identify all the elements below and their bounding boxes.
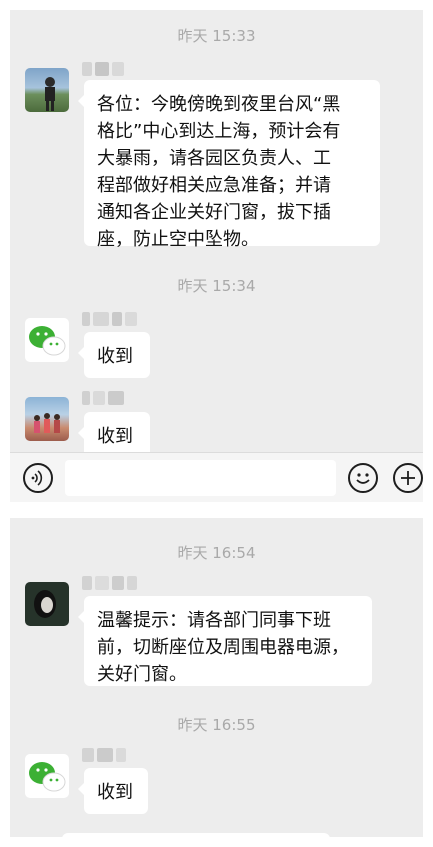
message-bubble[interactable]: 各位：今晚傍晚到夜里台风“黑 格比”中心到达上海，预计会有 大暴雨，请各园区负责… xyxy=(78,80,380,250)
message-bubble[interactable]: 收到 xyxy=(78,332,150,378)
portrait-photo-icon xyxy=(34,590,56,618)
timestamp: 昨天 15:33 xyxy=(177,27,256,45)
avatar[interactable] xyxy=(25,754,69,798)
sender-name-blurred xyxy=(82,748,129,762)
emoji-button[interactable] xyxy=(348,463,378,493)
voice-icon xyxy=(31,470,43,486)
avatar[interactable] xyxy=(25,582,69,626)
emoji-icon xyxy=(356,473,370,484)
voice-button[interactable] xyxy=(23,463,53,493)
message-bubble[interactable]: 收到 xyxy=(78,768,148,814)
avatar[interactable] xyxy=(25,397,69,441)
avatar[interactable] xyxy=(25,318,69,362)
message-input[interactable] xyxy=(65,460,336,496)
group-photo-icon xyxy=(34,413,60,433)
person-photo-icon xyxy=(45,77,55,111)
sender-name-blurred xyxy=(82,576,140,590)
chat-screenshot-bottom: 昨天 16:54 温馨提示：请各部门同事下班 前，切断座位及周围电器电源， 关好… xyxy=(10,518,423,837)
chat-screenshot-top: 昨天 15:33 各位：今晚傍晚到夜里台风“黑 格比”中心到达上海，预计会有 大… xyxy=(10,10,423,502)
timestamp: 昨天 15:34 xyxy=(177,277,256,295)
plus-icon xyxy=(401,471,415,485)
more-button[interactable] xyxy=(393,463,423,493)
sender-name-blurred xyxy=(82,312,140,326)
message-bubble-partial[interactable] xyxy=(62,833,330,837)
sender-name-blurred xyxy=(82,62,127,76)
wechat-default-avatar-icon xyxy=(29,326,66,356)
sender-name-blurred xyxy=(82,391,127,405)
avatar[interactable] xyxy=(25,68,69,112)
chat-input-bar xyxy=(10,452,423,502)
timestamp: 昨天 16:55 xyxy=(177,716,256,734)
wechat-default-avatar-icon xyxy=(29,762,66,792)
timestamp: 昨天 16:54 xyxy=(177,544,256,562)
message-bubble[interactable]: 温馨提示：请各部门同事下班 前，切断座位及周围电器电源， 关好门窗。 xyxy=(78,596,372,686)
